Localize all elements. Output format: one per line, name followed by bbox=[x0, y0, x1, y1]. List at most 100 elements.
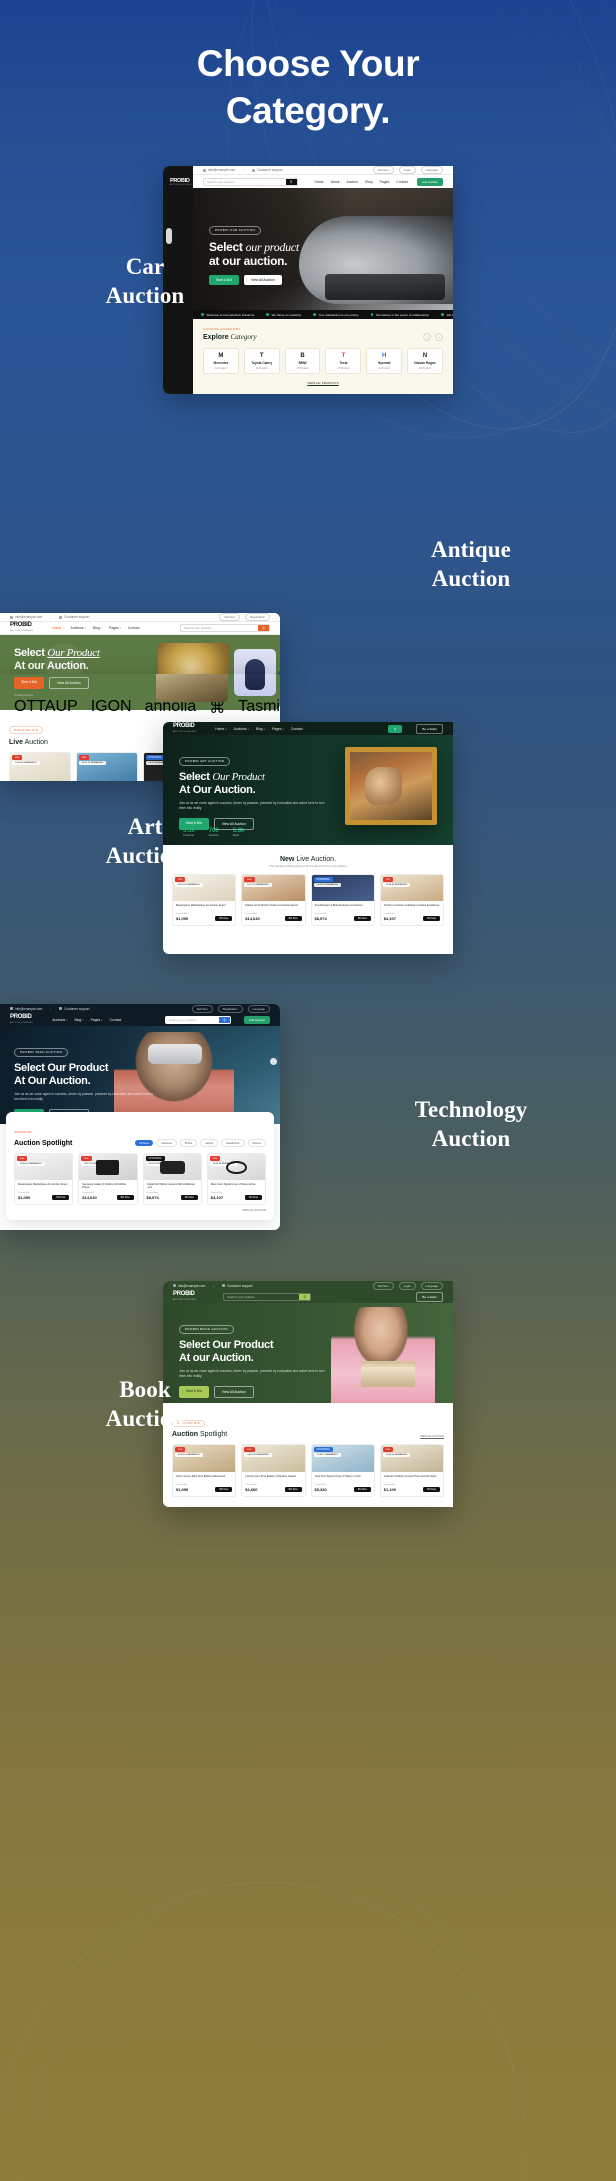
bid-now-button[interactable]: Bid Now bbox=[215, 1487, 233, 1493]
search-icon[interactable]: ⚲ bbox=[218, 1016, 230, 1023]
bid-now-button[interactable]: Bid Now bbox=[353, 916, 371, 922]
product-title[interactable]: Masterpiece Marketplace Art Auction Even… bbox=[18, 1183, 69, 1190]
nav-item-contact[interactable]: Contact bbox=[110, 1018, 122, 1022]
nav-item-home[interactable]: Home▾ bbox=[52, 626, 63, 630]
nav-item-contact[interactable]: Contact bbox=[291, 727, 303, 731]
bid-now-button[interactable]: Bid Now bbox=[215, 916, 233, 922]
filter-tab-cameras[interactable]: Cameras bbox=[156, 1139, 177, 1147]
product-card[interactable]: Live 05:20:18 REMAINING Masterpiece Mark… bbox=[172, 874, 237, 927]
antique-start-bid-button[interactable]: Start A Bid bbox=[14, 677, 44, 689]
topbar-support[interactable]: Customer support bbox=[59, 615, 90, 619]
topbar-language[interactable]: Language bbox=[247, 1004, 270, 1013]
nav-item-auctions[interactable]: Auctions▾ bbox=[234, 727, 249, 731]
category-card[interactable]: N Nissan Rogue 08 Product bbox=[407, 348, 443, 374]
carousel-next-icon[interactable]: › bbox=[270, 1058, 277, 1065]
nav-item-pages[interactable]: Pages▾ bbox=[272, 727, 284, 731]
topbar-email[interactable]: info@example.com bbox=[10, 1007, 42, 1011]
category-card[interactable]: T Tesla 07 Product bbox=[325, 348, 362, 374]
product-card[interactable]: Live 06:30:44 REMAINING Masterpiece Mark… bbox=[14, 1153, 74, 1206]
product-card[interactable]: Live 09:12:25 REMAINING Samsung Galaxy Z… bbox=[78, 1153, 138, 1206]
car-view-all-products-link[interactable]: VIEW ALL PRODUCTS bbox=[203, 381, 443, 385]
nav-item-home[interactable]: Home▾ bbox=[215, 727, 226, 731]
product-card[interactable]: Live 14:02:38 REMAINING Boss Over Signal… bbox=[206, 1153, 266, 1206]
topbar-language[interactable]: Language bbox=[420, 166, 443, 174]
product-title[interactable]: Collector's Edition Limited Print and In… bbox=[384, 1475, 440, 1482]
product-card[interactable]: Live 07:44:10 REMAINING John Lennon Rare… bbox=[172, 1444, 237, 1498]
search-input[interactable]: Search your product... bbox=[184, 626, 214, 630]
bid-now-button[interactable]: Bid Now bbox=[353, 1487, 371, 1493]
topbar-registration[interactable]: Registration bbox=[245, 613, 270, 621]
product-card[interactable]: Live 10:11:30 REMAINING Palette on Perfe… bbox=[241, 874, 306, 927]
category-card[interactable]: H Hyundai 11 Product bbox=[366, 348, 403, 374]
brand-logo[interactable]: PROBID AUCTION & BIDDING bbox=[10, 1014, 33, 1026]
brand-logo[interactable]: PROBID AUCTION & BIDDING bbox=[173, 723, 196, 735]
nav-item-blog[interactable]: Blog▾ bbox=[256, 727, 265, 731]
bid-now-button[interactable]: Bid Now bbox=[284, 916, 302, 922]
topbar-email[interactable]: info@example.com bbox=[173, 1284, 205, 1288]
search-icon[interactable]: ⚲ bbox=[258, 625, 269, 631]
filter-tab-laptop[interactable]: Laptop bbox=[200, 1139, 219, 1147]
nav-item-home[interactable]: Home bbox=[315, 180, 324, 184]
search-input[interactable]: Search your product... bbox=[169, 1018, 199, 1022]
category-next-button[interactable]: › bbox=[435, 333, 443, 341]
mockup-technology-auction[interactable]: info@example.com | Customer support Sell… bbox=[0, 1004, 280, 1230]
add-auction-button[interactable]: Add Auction bbox=[243, 1015, 270, 1024]
product-title[interactable]: Brushstrokes & Bids Exclusive Art Auctio… bbox=[315, 904, 371, 911]
product-card[interactable]: Live 17:08:55 REMAINING Artistry in Auct… bbox=[379, 874, 444, 927]
filter-tab-headphone[interactable]: Headphone bbox=[221, 1139, 245, 1147]
bid-now-button[interactable]: Bid Now bbox=[423, 916, 440, 922]
book-view-all-link[interactable]: VIEW ALL AUCTION bbox=[420, 1435, 444, 1438]
be-a-seller-button[interactable]: Be a Seller bbox=[416, 1291, 443, 1302]
product-title[interactable]: Boss Over Signal Copy of Noise Active bbox=[211, 1183, 262, 1190]
topbar-support[interactable]: Customer support bbox=[252, 168, 283, 172]
mockup-scroll-handle[interactable] bbox=[166, 228, 172, 244]
topbar-sell-item[interactable]: Sell Item bbox=[191, 1004, 213, 1013]
product-title[interactable]: John Lennon Rare First Edition Manuscrip… bbox=[176, 1475, 232, 1482]
bid-now-button[interactable]: Bid Now bbox=[284, 1487, 302, 1493]
nav-item-auctions[interactable]: Auctions▾ bbox=[52, 1018, 67, 1022]
product-title[interactable]: Palette on Perfection Online Art Auction… bbox=[245, 904, 301, 911]
filter-tab-phone[interactable]: Phone bbox=[179, 1139, 198, 1147]
nav-item-blog[interactable]: Blog▾ bbox=[93, 626, 102, 630]
topbar-sell-item[interactable]: Sell Item bbox=[219, 613, 241, 621]
search-icon[interactable]: ⚲ bbox=[285, 178, 297, 185]
bid-now-button[interactable]: Bid Now bbox=[245, 1195, 262, 1201]
category-card[interactable]: B BMW 15 Product bbox=[284, 348, 321, 374]
bid-now-button[interactable]: Bid Now bbox=[116, 1195, 134, 1201]
product-card[interactable]: Live 20:05:41 REMAINING Collector's Edit… bbox=[379, 1444, 444, 1498]
category-prev-button[interactable]: ‹ bbox=[423, 333, 431, 341]
nav-item-shop[interactable]: Shop bbox=[365, 180, 373, 184]
nav-item-auctions[interactable]: Auctions▾ bbox=[71, 626, 86, 630]
topbar-login[interactable]: Login bbox=[398, 1281, 416, 1290]
product-title[interactable]: Artistry in Auction Celebrate Creative E… bbox=[384, 904, 440, 911]
topbar-email[interactable]: info@example.com bbox=[10, 615, 42, 619]
nav-item-pages[interactable]: Pages▾ bbox=[91, 1018, 103, 1022]
topbar-registration[interactable]: Registration bbox=[217, 1004, 243, 1013]
brand-logo[interactable]: PROBID AUCTION & BIDDING bbox=[173, 1291, 196, 1303]
bid-now-button[interactable]: Bid Now bbox=[52, 1195, 70, 1201]
search-input[interactable]: Search your product... bbox=[207, 180, 237, 184]
nav-item-blog[interactable]: Blog▾ bbox=[75, 1018, 84, 1022]
filter-tab-drones[interactable]: Drones bbox=[247, 1139, 266, 1147]
product-card[interactable]: Live 08:21:10 REMAINING 19th century ind… bbox=[75, 752, 138, 781]
technology-view-all-link[interactable]: VIEW ALL AUCTION bbox=[14, 1209, 266, 1212]
bid-now-button[interactable]: Bid Now bbox=[180, 1195, 198, 1201]
product-card[interactable]: UPCOMING 11:30:07 REMAINING Rare First S… bbox=[310, 1444, 375, 1498]
nav-item-pages[interactable]: Pages bbox=[380, 180, 390, 184]
topbar-sell-item[interactable]: Sell Item bbox=[372, 166, 394, 174]
category-card[interactable]: M Mercedes 12 Product bbox=[203, 348, 239, 374]
topbar-support[interactable]: Customer support bbox=[222, 1284, 253, 1288]
product-card[interactable]: UPCOMING 02:44:09 REMAINING Brushstrokes… bbox=[310, 874, 375, 927]
topbar-language[interactable]: Language bbox=[420, 1281, 443, 1290]
nav-item-contact[interactable]: Contact bbox=[396, 180, 408, 184]
product-title[interactable]: Digital SLR Nikon Camera With Additional… bbox=[147, 1183, 198, 1190]
add-auction-button[interactable]: Add Auction bbox=[416, 177, 443, 186]
nav-item-contact[interactable]: Contact bbox=[128, 626, 140, 630]
antique-view-all-button[interactable]: View All Auction bbox=[48, 677, 89, 689]
brand-logo[interactable]: PROBID AUCTION & BIDDING bbox=[10, 622, 33, 634]
product-card[interactable]: UPCOMING 01:55:12 REMAINING Digital SLR … bbox=[142, 1153, 202, 1206]
product-card[interactable]: Live 03:12:58 REMAINING Literary Gem Fir… bbox=[241, 1444, 306, 1498]
bid-now-button[interactable]: Bid Now bbox=[423, 1487, 440, 1493]
product-title[interactable]: Rare First Signed Copy of Notes on Arts bbox=[315, 1475, 371, 1482]
product-title[interactable]: Masterpiece Marketplace Art Auction Even… bbox=[176, 904, 232, 911]
